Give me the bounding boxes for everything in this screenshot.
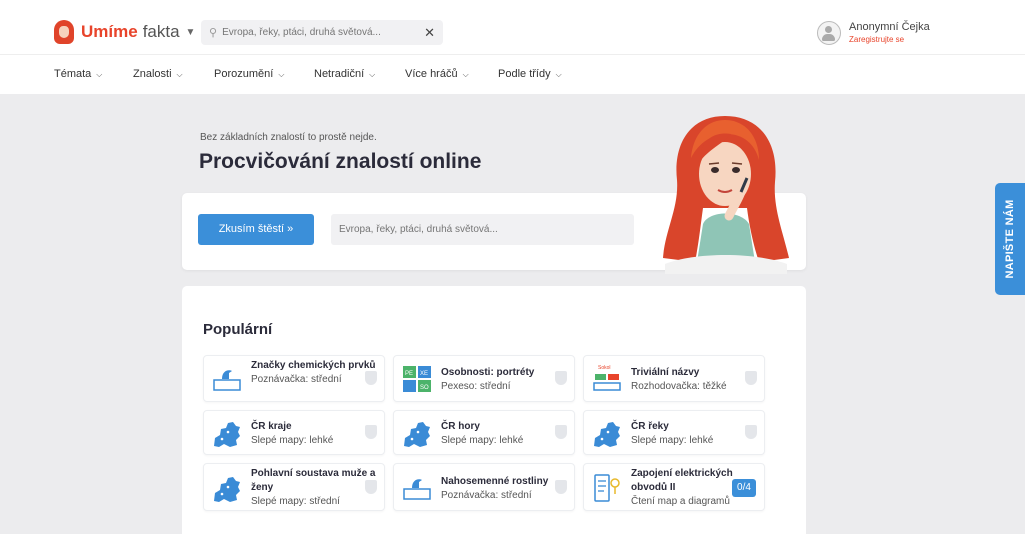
progress-badge: 0/4: [732, 479, 756, 497]
decision-word: Sokol: [598, 365, 611, 371]
tile-reproductive-system[interactable]: Pohlavní soustava muže a ženy Slepé mapy…: [203, 463, 385, 511]
diagram-icon: [594, 474, 620, 502]
user-menu[interactable]: Anonymní Čejka Zaregistrujte se: [817, 21, 930, 45]
pexeso-letters: PE: [405, 371, 413, 377]
pexeso-letters: XE: [420, 371, 428, 377]
register-link[interactable]: Zaregistrujte se: [849, 34, 930, 45]
header-search-input[interactable]: [222, 27, 425, 38]
main-nav: Témata ⌵ Znalosti ⌵ Porozumění ⌵ Netradiční…: [0, 55, 1025, 94]
tile-cr-mountains[interactable]: ČR hory Slepé mapy: lehké: [393, 410, 575, 455]
top-header: Umíme fakta ▼ ⚲ ✕ Anonymní Čejka Zaregis…: [0, 0, 1025, 55]
shield-icon: [365, 480, 377, 494]
tile-electric-circuits[interactable]: Zapojení elektrických obvodů II Čtení ma…: [583, 463, 765, 511]
tile-meta: Poznávačka: střední: [251, 374, 342, 385]
tile-title: ČR hory: [441, 421, 480, 432]
logo[interactable]: Umíme fakta ▼: [54, 20, 195, 44]
chevron-down-icon: ⌵: [369, 70, 376, 79]
flask-icon: [213, 370, 241, 391]
main-search[interactable]: [331, 214, 634, 245]
logo-girl-icon: [54, 20, 74, 44]
map-icon: [214, 477, 240, 502]
avatar-icon: [817, 21, 841, 45]
tile-meta: Slepé mapy: lehké: [441, 435, 524, 446]
pexeso-icon: PE XE SO: [403, 366, 431, 392]
map-icon: [594, 422, 620, 447]
search-icon: ⚲: [209, 27, 218, 39]
decision-icon: Sokol: [593, 365, 621, 391]
lucky-button[interactable]: Zkusím štěstí »: [198, 214, 314, 245]
tile-meta: Slepé mapy: střední: [251, 496, 340, 507]
nav-item-znalosti[interactable]: Znalosti ⌵: [133, 68, 183, 80]
hero-subtitle: Bez základních znalostí to prostě nejde.: [200, 132, 377, 143]
shield-icon: [555, 480, 567, 494]
map-icon: [214, 422, 240, 447]
nav-item-podle-tridy[interactable]: Podle třídy ⌵: [498, 68, 562, 80]
popular-title: Populární: [203, 321, 273, 338]
tile-meta: Rozhodovačka: těžké: [631, 381, 727, 392]
page-title: Procvičování znalostí online: [199, 150, 482, 173]
tile-meta: Slepé mapy: lehké: [251, 435, 334, 446]
tile-meta: Slepé mapy: lehké: [631, 435, 714, 446]
chevron-down-icon: ⌵: [176, 70, 183, 79]
tile-trivial-names[interactable]: Sokol Triviální názvy Rozhodovačka: těžk…: [583, 355, 765, 402]
shield-icon: [365, 425, 377, 439]
feedback-tab[interactable]: NAPIŠTE NÁM: [995, 183, 1025, 295]
shield-icon: [745, 371, 757, 385]
tile-personalities-portraits[interactable]: PE XE SO Osobnosti: portréty Pexeso: stř…: [393, 355, 575, 402]
nav-item-temata[interactable]: Témata ⌵: [54, 68, 102, 80]
tile-chemical-symbols[interactable]: Značky chemických prvků Poznávačka: stře…: [203, 355, 385, 402]
tile-meta: Poznávačka: střední: [441, 490, 532, 501]
chevron-down-icon: ⌵: [555, 70, 562, 79]
nav-item-porozumeni[interactable]: Porozumění ⌵: [214, 68, 284, 80]
pexeso-letters: SO: [420, 385, 429, 391]
tile-title: Nahosemenné rostliny: [441, 476, 549, 487]
nav-item-netradicni[interactable]: Netradiční ⌵: [314, 68, 375, 80]
main-search-input[interactable]: [339, 224, 619, 235]
shield-icon: [745, 425, 757, 439]
user-name: Anonymní Čejka: [849, 21, 930, 33]
tile-title: Triviální názvy: [631, 367, 700, 378]
chevron-down-icon[interactable]: ▼: [186, 27, 196, 38]
tile-cr-rivers[interactable]: ČR řeky Slepé mapy: lehké: [583, 410, 765, 455]
tile-meta: Čtení map a diagramů: [631, 496, 730, 507]
shield-icon: [365, 371, 377, 385]
chevron-down-icon: ⌵: [278, 70, 285, 79]
chevron-down-icon: ⌵: [462, 70, 469, 79]
logo-subject: fakta: [142, 22, 180, 41]
tile-meta: Pexeso: střední: [441, 381, 511, 392]
close-icon[interactable]: ✕: [424, 25, 435, 41]
tile-title: ČR řeky: [631, 421, 669, 432]
tile-title: Osobnosti: portréty: [441, 367, 535, 378]
shield-icon: [555, 371, 567, 385]
chevron-down-icon: ⌵: [96, 70, 103, 79]
map-icon: [404, 422, 430, 447]
feedback-tab-label: NAPIŠTE NÁM: [1004, 199, 1016, 279]
mascot-girl-illustration: [663, 116, 789, 274]
logo-brand: Umíme: [81, 22, 138, 41]
tile-gymnosperms[interactable]: Nahosemenné rostliny Poznávačka: střední: [393, 463, 575, 511]
tile-cr-regions[interactable]: ČR kraje Slepé mapy: lehké: [203, 410, 385, 455]
tile-title: ČR kraje: [251, 421, 292, 432]
header-search[interactable]: ⚲ ✕: [201, 20, 443, 45]
nav-item-vice-hracu[interactable]: Více hráčů ⌵: [405, 68, 469, 80]
flask-icon: [403, 479, 431, 500]
tile-title: Značky chemických prvků: [251, 360, 376, 371]
shield-icon: [555, 425, 567, 439]
